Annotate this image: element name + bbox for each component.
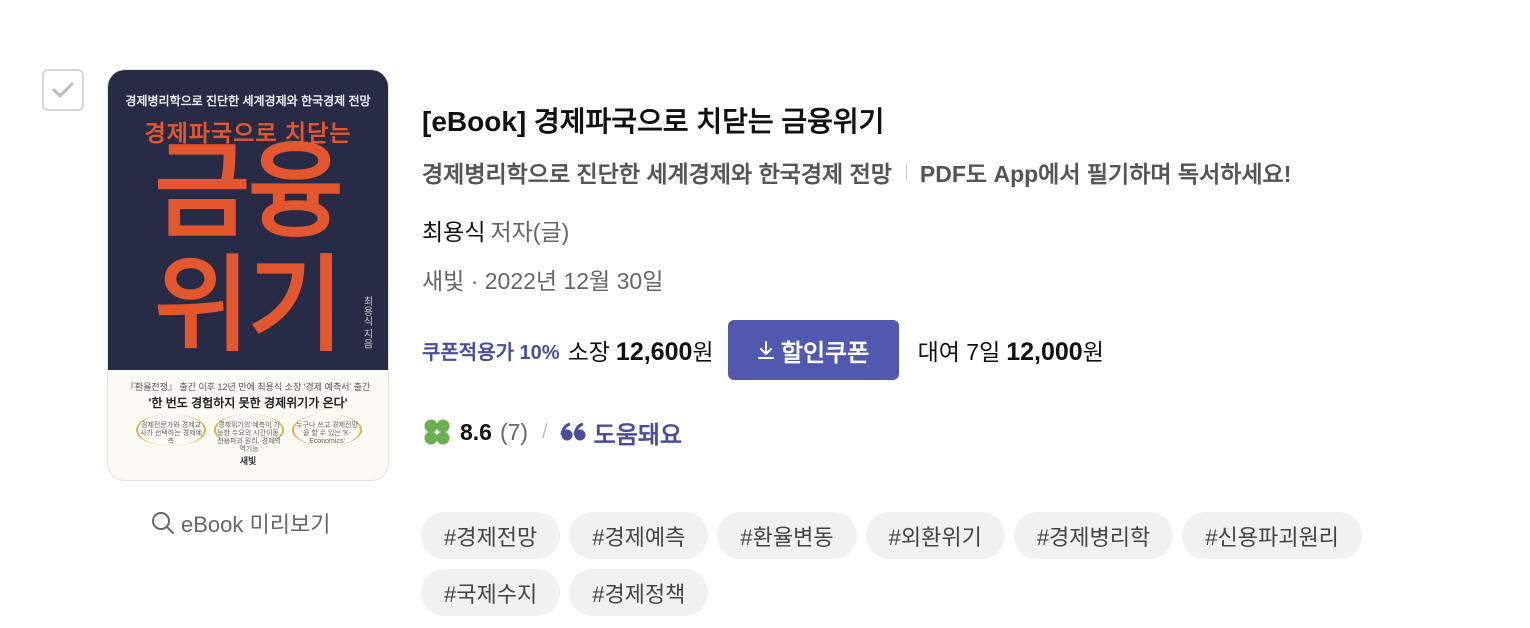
cover-badge: 경제전문가와 경제교사가 선택하는 경제예측	[136, 414, 206, 446]
preview-label: eBook 미리보기	[181, 512, 331, 537]
cover-promo-2: '한 번도 경험하지 못한 경제위기가 온다'	[148, 396, 348, 410]
book-title[interactable]: [eBook] 경제파국으로 치닫는 금융위기	[422, 100, 884, 140]
rent-price-value: 12,000	[1006, 338, 1083, 366]
rent-label: 대여 7일	[917, 339, 1001, 365]
author-role: 저자(글)	[490, 219, 570, 245]
rent-price-currency: 원	[1082, 339, 1104, 365]
divider	[905, 164, 907, 180]
ebook-preview-link[interactable]: eBook 미리보기	[151, 507, 330, 539]
tag-chip[interactable]: #경제예측	[569, 512, 709, 559]
download-icon	[757, 341, 774, 359]
helpful-link[interactable]: 도움돼요	[594, 415, 682, 450]
tag-chip[interactable]: #외환위기	[865, 512, 1005, 559]
own-label: 소장	[567, 339, 610, 365]
author-row: 최용식 저자(글)	[422, 213, 569, 247]
cover-subtitle: 경제병리학으로 진단한 세계경제와 한국경제 전망	[125, 94, 371, 108]
own-price-value: 12,600	[615, 338, 693, 366]
book-subtitle-row: 경제병리학으로 진단한 세계경제와 한국경제 전망 PDF도 App에서 필기하…	[422, 155, 1291, 189]
rating-separator: /	[542, 420, 548, 443]
cover-bottom: 『환율전쟁』 출간 이후 12년 만에 최용식 소장 '경제 예측서' 출간 '…	[108, 370, 388, 480]
coupon-price-label: 쿠폰적용가 10%	[422, 341, 560, 364]
publisher-date: 새빛 · 2022년 12월 30일	[422, 268, 664, 294]
search-icon	[152, 512, 174, 534]
coupon-button-label: 할인쿠폰	[780, 339, 870, 367]
tag-chip[interactable]: #신용파괴원리	[1182, 512, 1362, 559]
rent-price: 12,000원	[1006, 333, 1104, 367]
price-row: 쿠폰적용가 10% 소장 12,600원 할인쿠폰 대여 7일 12,000원	[422, 320, 1104, 380]
select-checkbox[interactable]	[42, 69, 84, 111]
book-subtitle: 경제병리학으로 진단한 세계경제와 한국경제 전망	[422, 161, 892, 187]
cover-title-big-2: 위기	[154, 248, 343, 364]
rating-score: 8.6	[460, 418, 492, 445]
tag-chip[interactable]: #경제병리학	[1013, 512, 1174, 559]
tag-chip[interactable]: #국제수지	[421, 569, 561, 616]
cover-title-big-1: 금융	[154, 134, 343, 250]
cover-promo-1: 『환율전쟁』 출간 이후 12년 만에 최용식 소장 '경제 예측서' 출간	[125, 382, 371, 392]
book-note: PDF도 App에서 필기하며 독서하세요!	[919, 161, 1292, 187]
cover-badge: 경제위기의 예측이 가능한 수요의 시간이동, 신용파괴 원리, 경제의 역기능	[214, 414, 284, 453]
author-name[interactable]: 최용식	[422, 219, 485, 245]
quote-icon	[560, 422, 586, 441]
own-price: 12,600원	[616, 333, 714, 367]
clover-icon	[424, 419, 450, 445]
book-cover[interactable]: 경제병리학으로 진단한 세계경제와 한국경제 전망 경제파국으로 치닫는 금융 …	[107, 69, 389, 481]
tag-chip[interactable]: #경제정책	[569, 569, 709, 616]
rating-count: (7)	[499, 418, 529, 445]
cover-publisher: 새빛	[239, 456, 257, 466]
own-price-currency: 원	[692, 339, 714, 365]
cover-top: 경제병리학으로 진단한 세계경제와 한국경제 전망 경제파국으로 치닫는 금융 …	[108, 70, 388, 370]
tag-list: #경제전망 #경제예측 #환율변동 #외환위기 #경제병리학 #신용파괴원리 #…	[421, 512, 1421, 616]
discount-coupon-button[interactable]: 할인쿠폰	[727, 320, 899, 380]
tag-chip[interactable]: #경제전망	[421, 512, 561, 559]
cover-badge: 누구나 쓰고 경제전망을 할 수 있는 'K-Economics'	[292, 414, 362, 446]
rating-row: 8.6 (7) / 도움돼요	[422, 414, 682, 450]
check-icon	[52, 82, 74, 98]
tag-chip[interactable]: #환율변동	[717, 512, 857, 559]
cover-author: 최용식 지음	[361, 296, 372, 349]
